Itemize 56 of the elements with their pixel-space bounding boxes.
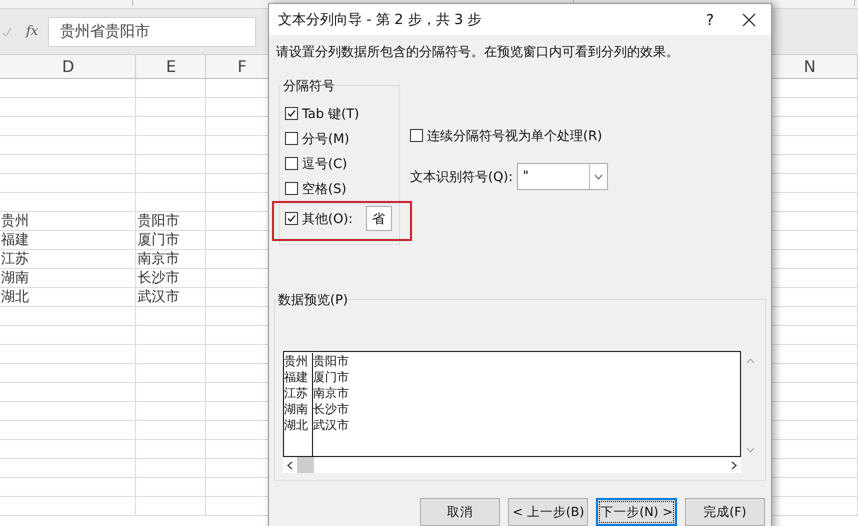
table-cell-text: 福建	[284, 369, 309, 385]
table-cell: 长沙市	[313, 401, 349, 417]
table-cell: 厦门市	[313, 369, 349, 385]
table-cell[interactable]: 武汉市	[136, 288, 180, 306]
column-header[interactable]: N	[802, 57, 816, 76]
table-cell[interactable]: 湖北	[0, 288, 29, 306]
table-cell[interactable]: 福建	[0, 231, 29, 249]
table-cell: 南京市	[313, 385, 349, 401]
checkbox-label[interactable]: 逗号(C)	[302, 154, 348, 172]
group-label: 数据预览(P)	[277, 291, 349, 309]
table-cell-text: 江苏	[284, 385, 309, 401]
checkbox[interactable]	[285, 212, 298, 225]
table-cell: 贵阳市	[313, 353, 349, 369]
checkbox-label[interactable]: 连续分隔符号视为单个处理(R)	[427, 126, 602, 144]
chevron-left-icon[interactable]	[287, 460, 293, 470]
table-cell[interactable]: 江苏	[0, 250, 29, 268]
chevron-down-icon[interactable]	[594, 174, 603, 180]
column-header[interactable]: E	[164, 57, 176, 76]
dialog-button[interactable]: 取消	[420, 498, 500, 526]
checkbox-label[interactable]: 空格(S)	[302, 180, 346, 198]
table-cell[interactable]: 厦门市	[136, 231, 180, 249]
insert-function-button[interactable]: fx	[26, 24, 38, 39]
table-cell[interactable]: 南京市	[136, 250, 180, 268]
checkbox-label[interactable]: 其他(O):	[302, 210, 353, 228]
table-cell[interactable]: 长沙市	[136, 269, 180, 287]
input-field[interactable]: 省	[366, 206, 392, 231]
table-cell-text: 湖北	[284, 417, 309, 433]
checkbox[interactable]	[410, 129, 423, 142]
scrollbar-thumb[interactable]	[297, 457, 314, 473]
chevron-right-icon[interactable]	[731, 460, 737, 470]
dialog-button[interactable]: < 上一步(B)	[508, 498, 588, 526]
formula-field[interactable]: 贵州省贵阳市	[48, 16, 256, 46]
checkbox[interactable]	[285, 157, 298, 170]
check-icon[interactable]	[2, 26, 12, 36]
window-title: 文本分列向导 - 第 2 步，共 3 步	[278, 10, 483, 28]
checkbox[interactable]	[285, 132, 298, 145]
table-cell[interactable]: 湖南	[0, 269, 29, 287]
dialog-button[interactable]: 完成(F)	[684, 498, 765, 526]
column-header[interactable]: D	[60, 57, 74, 76]
checkbox[interactable]	[285, 107, 298, 120]
column-header[interactable]: F	[236, 57, 247, 76]
instruction-text: 请设置分列数据所包含的分隔符号。在预览窗口内可看到分列的效果。	[276, 44, 680, 61]
table-cell[interactable]: 贵阳市	[136, 212, 180, 230]
checkbox-label[interactable]: Tab 键(T)	[302, 104, 360, 122]
dialog-button[interactable]: 下一步(N) >	[596, 498, 677, 526]
table-cell: 武汉市	[313, 417, 349, 433]
checkbox[interactable]	[285, 182, 298, 195]
field-label: 文本识别符号(Q):	[410, 168, 513, 186]
checkbox-label[interactable]: 分号(M)	[302, 130, 350, 148]
qualifier-dropdown[interactable]: "	[516, 163, 608, 190]
table-cell-text: 贵州	[284, 353, 309, 369]
table-cell-text: 湖南	[284, 401, 309, 417]
table-cell[interactable]: 贵州	[0, 212, 29, 230]
close-icon[interactable]	[742, 12, 756, 26]
group-label: 分隔符号	[282, 77, 336, 95]
help-button[interactable]: ?	[706, 10, 714, 28]
